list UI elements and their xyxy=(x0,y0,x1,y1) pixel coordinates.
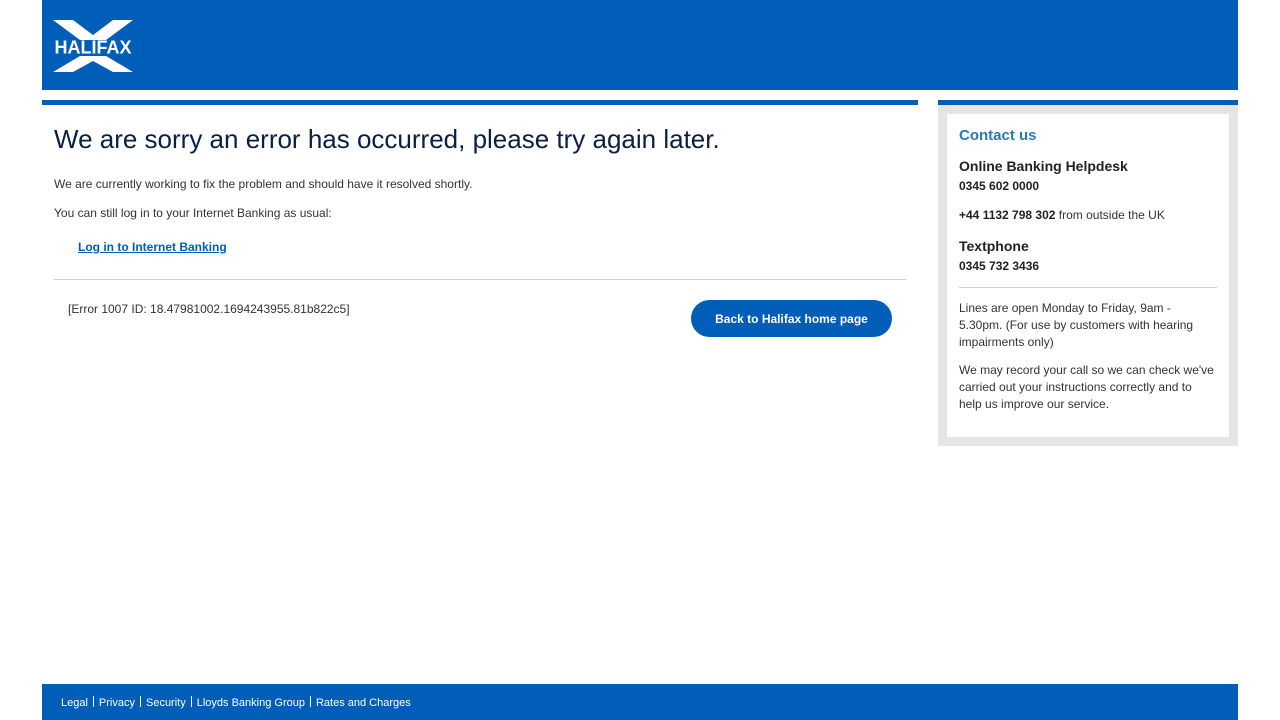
contact-title: Contact us xyxy=(959,127,1037,144)
intl-phone: +44 1132 798 302 xyxy=(959,208,1056,222)
login-link[interactable]: Log in to Internet Banking xyxy=(78,240,227,254)
footer-link-lloyds-banking-group[interactable]: Lloyds Banking Group xyxy=(197,697,305,709)
status-message: We are currently working to fix the prob… xyxy=(54,177,473,191)
back-to-home-button[interactable]: Back to Halifax home page xyxy=(691,300,892,337)
contact-panel: Contact us Online Banking Helpdesk 0345 … xyxy=(947,114,1229,437)
opening-hours-text: Lines are open Monday to Friday, 9am - 5… xyxy=(959,301,1194,349)
call-recording-notice: We may record your call so we can check … xyxy=(959,363,1214,411)
sidebar-divider xyxy=(959,287,1217,288)
footer-separator xyxy=(139,696,141,707)
footer-separator xyxy=(190,696,192,707)
logo-text: HALIFAX xyxy=(54,38,131,58)
contact-sidebar: Contact us Online Banking Helpdesk 0345 … xyxy=(938,100,1238,446)
footer-link-security[interactable]: Security xyxy=(146,697,186,709)
main-top-bar xyxy=(42,100,918,105)
textphone-title: Textphone xyxy=(959,238,1029,254)
helpdesk-phone: 0345 602 0000 xyxy=(959,179,1040,193)
error-code: [Error 1007 ID: 18.47981002.1694243955.8… xyxy=(68,302,350,316)
footer-links: Legal Privacy Security Lloyds Banking Group… xyxy=(61,696,411,709)
intl-phone-suffix: from outside the UK xyxy=(1055,208,1165,222)
footer-separator xyxy=(309,696,311,707)
footer-separator xyxy=(92,696,94,707)
login-instruction: You can still log in to your Internet Ba… xyxy=(54,206,332,220)
footer-link-rates-and-charges[interactable]: Rates and Charges xyxy=(316,697,411,709)
footer-link-privacy[interactable]: Privacy xyxy=(99,697,135,709)
divider xyxy=(54,279,906,280)
helpdesk-title: Online Banking Helpdesk xyxy=(959,158,1128,174)
halifax-logo[interactable]: HALIFAX xyxy=(53,20,133,72)
error-title: We are sorry an error has occurred, plea… xyxy=(54,124,720,154)
site-footer: Legal Privacy Security Lloyds Banking Group… xyxy=(42,684,1238,720)
footer-link-legal[interactable]: Legal xyxy=(61,697,88,709)
halifax-x-logo-icon: HALIFAX xyxy=(53,20,133,72)
sidebar-top-bar xyxy=(938,100,1238,105)
textphone-number: 0345 732 3436 xyxy=(959,259,1040,273)
intl-phone-line: +44 1132 798 302 from outside the UK xyxy=(959,208,1165,222)
site-header: HALIFAX xyxy=(42,0,1238,90)
